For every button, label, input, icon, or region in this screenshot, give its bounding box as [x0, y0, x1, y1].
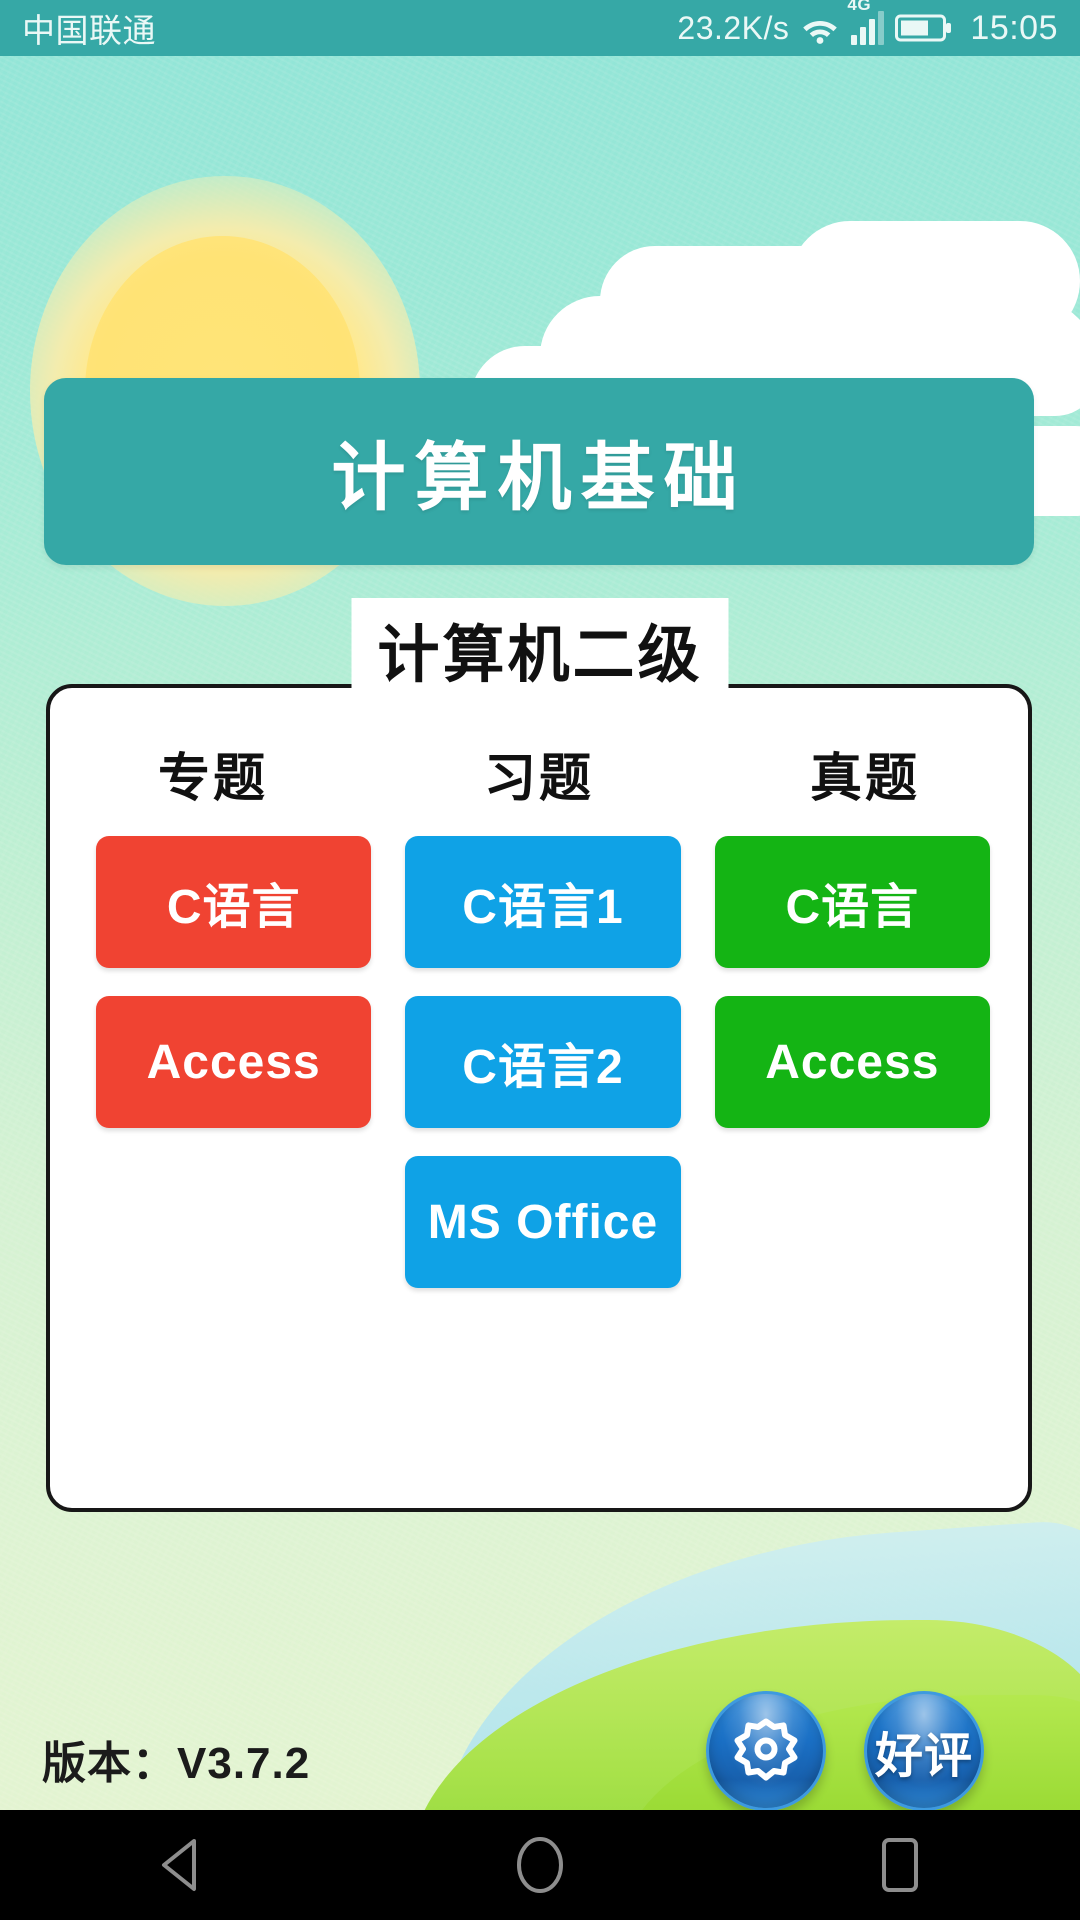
signal-bars-icon: 4G: [847, 0, 885, 45]
tile-zhenti-access[interactable]: Access: [714, 996, 990, 1128]
app-screen: 中国联通 23.2K/s 4G 15:05 计算机基础 计算机二级 专题 习题 …: [0, 0, 1080, 1920]
column-header-zhuanti: 专题: [157, 750, 268, 808]
tile-zhuanti-access[interactable]: Access: [96, 996, 372, 1128]
column-headers-row: 专题 习题 真题: [50, 736, 1028, 811]
carrier-label: 中国联通: [22, 12, 156, 49]
column-zhenti: C语言 Access: [714, 836, 990, 1288]
network-speed-label: 23.2K/s: [677, 9, 790, 46]
status-bar-right: 23.2K/s 4G 15:05: [677, 0, 1058, 48]
column-zhuanti: C语言 Access: [96, 836, 372, 1288]
tile-xiti-c-language-1[interactable]: C语言1: [405, 836, 681, 968]
version-label: 版本：V3.7.2: [42, 1739, 311, 1788]
clock-label: 15:05: [970, 8, 1058, 47]
page-title: 计算机基础: [331, 436, 747, 519]
wifi-icon: [803, 21, 838, 44]
column-header-xiti: 习题: [483, 750, 594, 808]
nav-recents-button[interactable]: [840, 1810, 960, 1920]
nav-back-button[interactable]: [120, 1810, 240, 1920]
network-type-label: 4G: [847, 0, 872, 14]
tile-zhuanti-c-language[interactable]: C语言: [96, 836, 372, 968]
gear-icon: [734, 1718, 798, 1781]
cloud-icon: [790, 221, 1080, 341]
column-xiti: C语言1 C语言2 MS Office: [405, 836, 681, 1288]
tile-zhenti-c-language[interactable]: C语言: [714, 836, 990, 968]
recents-square-icon: [882, 1838, 918, 1892]
home-circle-icon: [517, 1837, 563, 1893]
status-bar-left: 中国联通: [22, 4, 156, 52]
tile-grid: C语言 Access C语言1 C语言2 MS Office C语言 Acces…: [96, 836, 990, 1288]
android-nav-bar: [0, 1810, 1080, 1920]
rate-app-button[interactable]: 好评: [864, 1691, 984, 1811]
tile-xiti-c-language-2[interactable]: C语言2: [405, 996, 681, 1128]
back-triangle-icon: [162, 1839, 196, 1891]
card-legend-label: 计算机二级: [351, 598, 729, 704]
settings-button[interactable]: [706, 1691, 826, 1811]
category-card: 专题 习题 真题 C语言 Access C语言1 C语言2 MS Office …: [46, 684, 1032, 1512]
status-bar: 中国联通 23.2K/s 4G 15:05: [0, 0, 1080, 56]
app-title-banner: 计算机基础: [44, 378, 1034, 565]
rate-app-label: 好评: [874, 1730, 973, 1783]
battery-icon: [895, 14, 952, 42]
nav-home-button[interactable]: [480, 1810, 600, 1920]
column-header-zhenti: 真题: [809, 750, 920, 808]
tile-xiti-ms-office[interactable]: MS Office: [405, 1156, 681, 1288]
